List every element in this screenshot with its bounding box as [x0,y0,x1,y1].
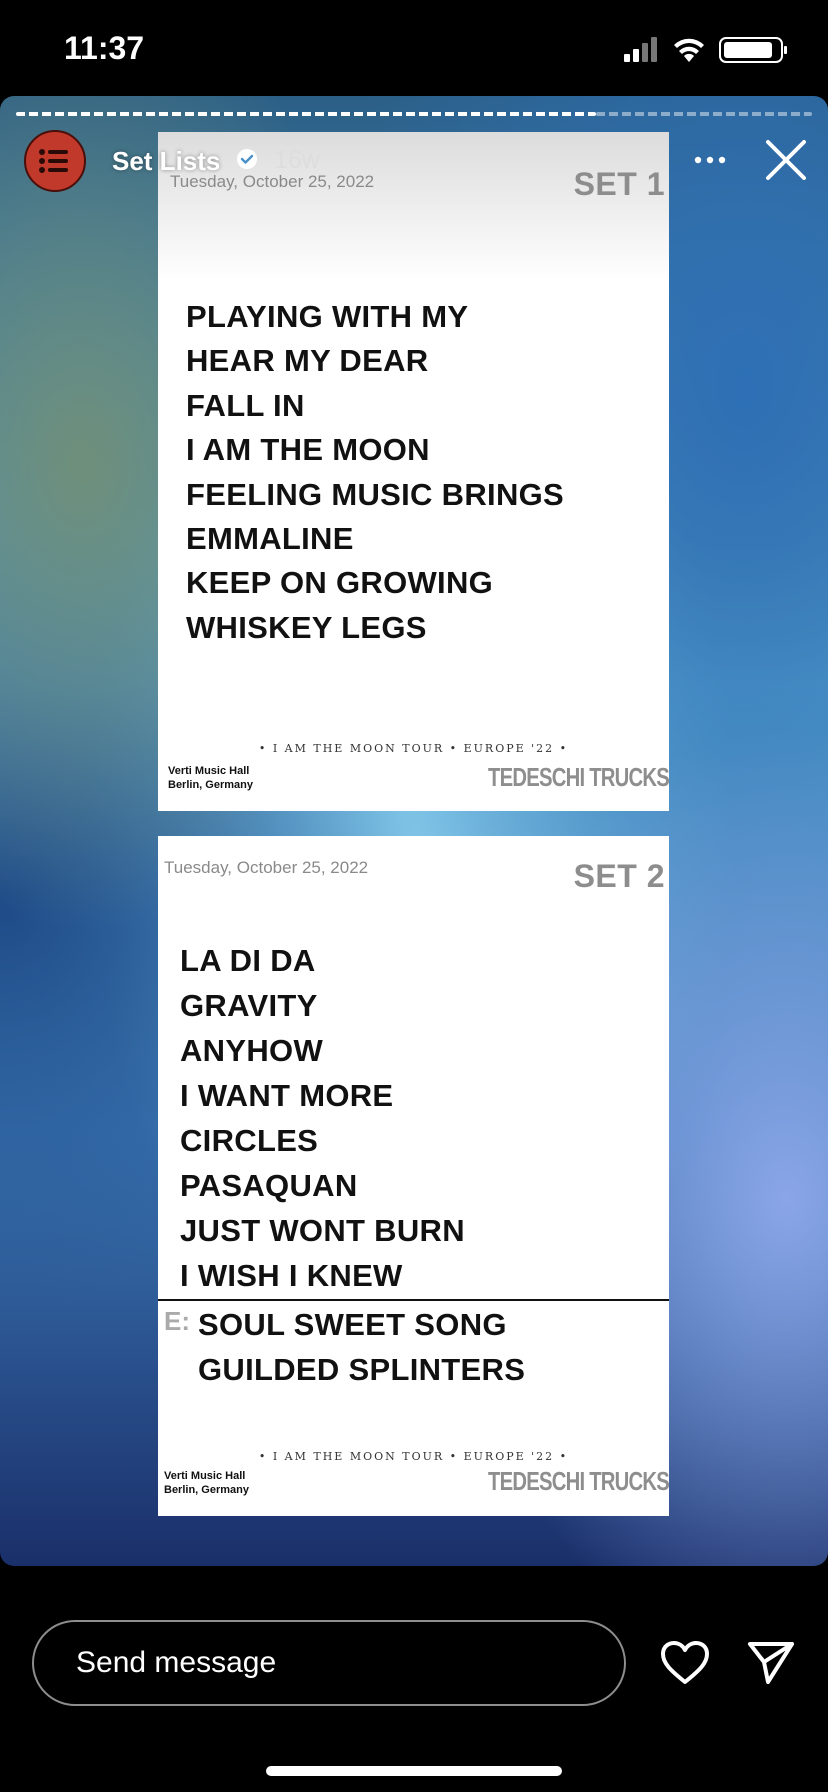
setlist-card-set2: Tuesday, October 25, 2022 SET 2 LA DI DA… [158,836,670,1516]
band-logo: TEDESCHI TRUCKS [488,762,670,792]
venue-name: Verti Music Hall [164,1470,246,1482]
venue-city: Berlin, Germany [168,779,253,791]
song-item: PASAQUAN [180,1168,358,1203]
venue: Verti Music Hall Berlin, Germany [164,1469,249,1497]
share-button[interactable] [746,1640,796,1686]
heart-icon [661,1641,709,1684]
encore-label: E: [164,1306,190,1336]
more-options-button[interactable] [686,148,734,172]
venue-city: Berlin, Germany [164,1484,249,1496]
song-item: JUST WONT BURN [180,1213,465,1248]
song-item: CIRCLES [180,1123,319,1158]
close-button[interactable] [762,136,810,184]
close-icon [766,140,806,180]
venue-name: Verti Music Hall [168,765,250,777]
song-list: PLAYING WITH MY HEAR MY DEAR FALL IN I A… [186,295,564,650]
story-age: 16w [274,146,320,174]
progress-remaining [596,112,812,116]
song-list: LA DI DA GRAVITY ANYHOW I WANT MORE CIRC… [180,938,465,1298]
wifi-icon [674,38,704,62]
story-progress-bar [16,112,812,116]
song-item: I WISH I KNEW [180,1258,403,1293]
send-icon [748,1642,794,1684]
account-avatar[interactable] [24,130,86,192]
verified-badge-icon [237,149,257,169]
like-button[interactable] [660,1640,710,1686]
home-indicator[interactable] [266,1766,562,1776]
story-header: Set Lists 16w [0,126,828,196]
venue: Verti Music Hall Berlin, Germany [168,764,253,792]
song-item: I AM THE MOON [186,432,430,468]
song-item: HEAR MY DEAR [186,343,429,379]
encore-divider [158,1299,669,1301]
set-label: SET 2 [573,858,665,894]
account-name[interactable]: Set Lists [112,146,220,177]
encore-song-item: GUILDED SPLINTERS [198,1352,526,1387]
setlist-card-set1: Tuesday, October 25, 2022 SET 1 PLAYING … [158,132,670,811]
encore-song-item: SOUL SWEET SONG [198,1307,507,1342]
song-item: PLAYING WITH MY [186,299,469,334]
setlist-date: Tuesday, October 25, 2022 [164,858,369,877]
song-item: ANYHOW [180,1033,324,1068]
song-item: WHISKEY LEGS [186,609,427,645]
story-viewer[interactable]: Tuesday, October 25, 2022 SET 1 PLAYING … [0,96,828,1566]
tour-name: • I AM THE MOON TOUR • EUROPE '22 • [258,1450,569,1463]
song-item: I WANT MORE [180,1078,394,1113]
song-item: FALL IN [186,387,305,423]
progress-viewed [16,112,596,116]
status-bar: 11:37 [0,0,828,96]
song-item: FEELING MUSIC BRINGS [186,476,565,512]
song-item: EMMALINE [186,521,354,557]
song-item: LA DI DA [180,943,316,978]
tour-name: • I AM THE MOON TOUR • EUROPE '22 • [258,742,569,755]
list-icon [39,149,68,173]
cellular-signal-icon [624,37,657,62]
band-logo: TEDESCHI TRUCKS [488,1466,670,1496]
song-item: GRAVITY [180,988,318,1023]
battery-icon [719,37,787,63]
encore-song-list: SOUL SWEET SONG GUILDED SPLINTERS [198,1302,525,1392]
status-time: 11:37 [64,30,145,66]
status-icons [624,37,787,63]
send-message-input[interactable] [32,1620,626,1706]
song-item: KEEP ON GROWING [186,565,494,601]
